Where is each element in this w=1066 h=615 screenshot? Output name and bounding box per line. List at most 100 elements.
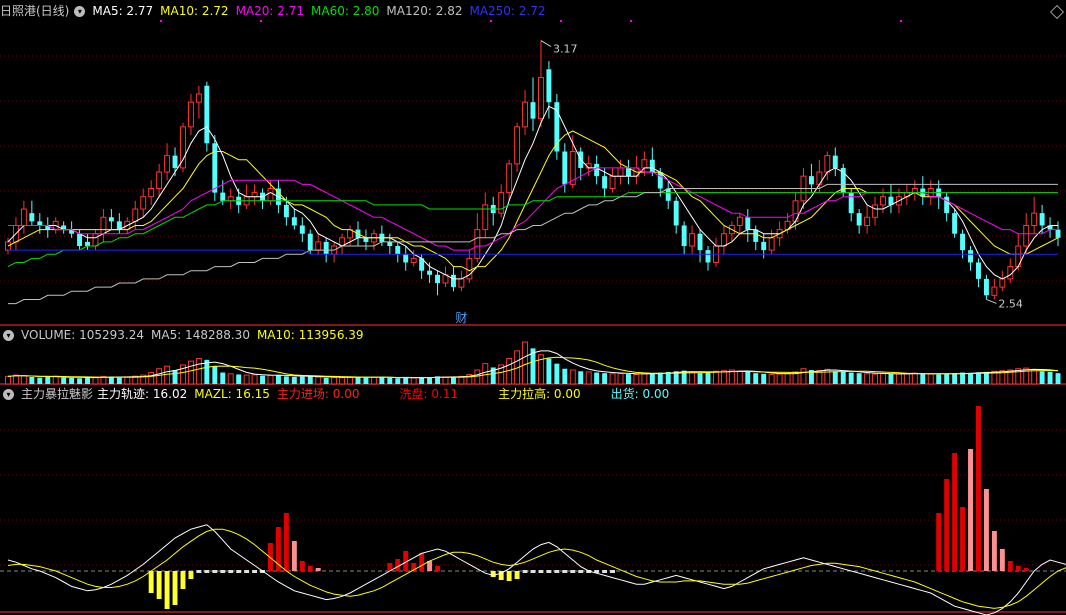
candle-body-down <box>395 246 401 255</box>
enter-bar <box>1015 566 1021 571</box>
candle-body-up <box>92 233 99 247</box>
candle-body-up <box>100 216 107 235</box>
volume-bar-down <box>1039 371 1045 384</box>
wash-bar <box>212 570 218 573</box>
candle-body-up <box>641 159 648 169</box>
pull-bar <box>180 571 186 589</box>
candle-body-down <box>37 221 43 226</box>
candle-body-up <box>768 237 775 251</box>
volume-bar-down <box>832 371 838 384</box>
candle-body-down <box>745 217 751 230</box>
volume-bar-up <box>641 373 648 385</box>
candle-body-down <box>848 192 854 214</box>
indicator-bars <box>148 406 1029 609</box>
candle-body-up <box>458 278 465 288</box>
candle-body-down <box>283 204 289 218</box>
high-price-label: 3.17 <box>553 43 578 56</box>
volume-bar-up <box>370 376 377 385</box>
candle-body-up <box>911 187 918 194</box>
pull-bar <box>490 571 496 577</box>
volume-bar-down <box>625 374 631 384</box>
candle-body-up <box>132 208 139 222</box>
candle-body-up <box>195 93 202 103</box>
volume-bar-up <box>52 375 59 385</box>
volume-bar-up <box>903 373 910 385</box>
volume-bar-up <box>800 368 807 385</box>
candle-body-down <box>212 143 218 193</box>
signal-dot <box>160 20 162 22</box>
volume-bar-down <box>69 377 75 384</box>
candlesticks <box>5 40 1061 300</box>
enter-bar <box>976 406 981 571</box>
volume-bar-up <box>609 373 616 385</box>
candle-body-up <box>148 187 155 198</box>
signal-dot <box>630 20 632 22</box>
candle-body-up <box>140 196 147 210</box>
volume-bar-down <box>753 373 759 384</box>
ma20-line <box>8 167 1058 251</box>
candle-body-up <box>315 241 322 251</box>
volume-bar-up <box>482 363 489 385</box>
volume-bar-up <box>585 371 592 385</box>
signal-dot <box>900 20 902 22</box>
enter-bar <box>395 559 401 571</box>
wash-bar <box>578 570 584 573</box>
volume-bar-up <box>784 373 791 385</box>
volume-bar-down <box>387 377 393 384</box>
candle-body-up <box>1023 224 1030 247</box>
enter-bar <box>315 568 321 571</box>
volume-bar-down <box>554 363 560 384</box>
high-pointer <box>540 40 552 47</box>
volume-bar-up <box>156 368 163 385</box>
candle-body-down <box>530 102 536 119</box>
volume-bar-down <box>976 372 981 384</box>
enter-bar <box>983 489 989 571</box>
wash-bar <box>204 570 210 573</box>
candle-body-up <box>991 286 998 296</box>
enter-bar <box>307 566 313 571</box>
volume-bar-up <box>331 376 338 385</box>
volume-bar-up <box>339 377 346 385</box>
volume-bar-down <box>657 372 663 384</box>
enter-bar <box>968 449 973 571</box>
stock-chart-canvas[interactable]: 3.17 2.54 财 <box>0 0 1066 615</box>
volume-bar-down <box>45 376 51 384</box>
candle-body-down <box>323 241 329 255</box>
volume-bar-down <box>108 376 114 384</box>
volume-bar-down <box>323 377 329 384</box>
enter-bar <box>299 561 305 571</box>
wash-bar <box>538 570 544 573</box>
volume-bar-down <box>363 377 369 384</box>
volume-bar-up <box>689 371 696 385</box>
volume-bar-down <box>761 373 767 384</box>
volume-bar-up <box>872 373 879 385</box>
ma250-line <box>8 249 1058 255</box>
volume-bar-up <box>195 358 202 385</box>
candle-body-up <box>522 101 529 128</box>
candle-body-down <box>968 250 973 263</box>
volume-bar-down <box>1047 371 1053 384</box>
candle-body-up <box>498 192 505 214</box>
grid-lines <box>0 55 1066 613</box>
volume-bar-down <box>307 376 313 384</box>
volume-bar-up <box>267 374 274 385</box>
candle-body-down <box>77 233 83 247</box>
volume-bar-down <box>275 374 281 384</box>
candle-body-down <box>649 159 655 173</box>
candle-body-down <box>29 213 35 222</box>
candle-body-down <box>204 85 210 144</box>
candle-body-up <box>736 216 743 226</box>
candle-body-up <box>267 187 274 202</box>
volume-bar-down <box>1055 373 1061 384</box>
volume-bar-up <box>617 373 624 385</box>
volume-bar-down <box>649 373 655 384</box>
wash-bar <box>610 570 616 573</box>
candle-body-down <box>952 213 958 234</box>
candle-body-down <box>172 155 178 168</box>
candle-body-down <box>450 274 456 288</box>
candle-body-up <box>999 278 1006 288</box>
pull-bar <box>164 571 170 609</box>
volume-bar-down <box>594 372 600 384</box>
enter-bar <box>952 453 958 571</box>
candle-body-down <box>960 233 966 251</box>
